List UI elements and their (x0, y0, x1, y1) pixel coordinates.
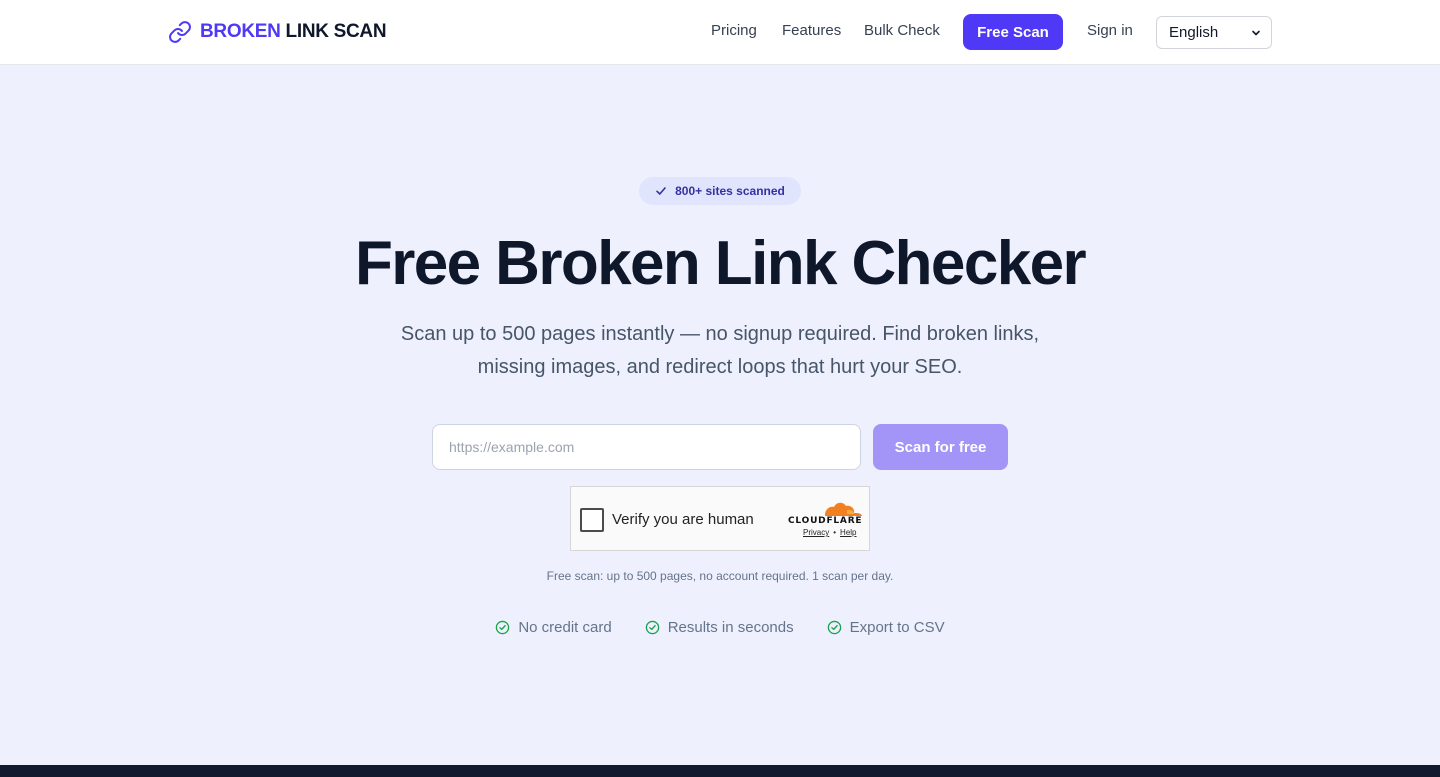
feature-label: Export to CSV (849, 618, 945, 636)
check-circle-icon (496, 620, 510, 634)
captcha-widget: Verify you are human CLOUDFLARE Privacy … (570, 486, 870, 551)
feature-label: Results in seconds (667, 618, 794, 636)
nav-pricing[interactable]: Pricing (711, 22, 757, 39)
logo-brand: BROKEN (200, 21, 281, 42)
cloudflare-wordmark: CLOUDFLARE (788, 516, 863, 526)
captcha-links: Privacy • Help (803, 528, 857, 537)
free-scan-note: Free scan: up to 500 pages, no account r… (546, 569, 894, 583)
page-title: Free Broken Link Checker (354, 229, 1087, 298)
badge-text: 800+ sites scanned (675, 184, 785, 198)
feature-label: No credit card (518, 618, 612, 636)
nav-features[interactable]: Features (782, 22, 841, 39)
captcha-link-separator: • (833, 528, 837, 537)
site-header: BROKEN LINK SCAN Pricing Features Bulk C… (0, 0, 1440, 65)
sign-in-link[interactable]: Sign in (1087, 22, 1133, 39)
link-icon (169, 21, 191, 43)
feature-item: No credit card (495, 618, 612, 636)
feature-list: No credit card Results in seconds Export… (0, 618, 1440, 636)
url-input[interactable] (432, 424, 861, 470)
language-select-value: English (1169, 24, 1219, 41)
language-select[interactable]: English (1156, 16, 1272, 49)
footer-edge (0, 765, 1440, 777)
captcha-privacy-link[interactable]: Privacy (803, 528, 829, 537)
nav-bulk-check[interactable]: Bulk Check (864, 22, 940, 39)
free-scan-button[interactable]: Free Scan (963, 14, 1063, 50)
scan-for-free-button[interactable]: Scan for free (873, 424, 1008, 470)
feature-item: Export to CSV (827, 618, 945, 636)
hero-subtitle: Scan up to 500 pages instantly — no sign… (400, 323, 1040, 378)
check-circle-icon (645, 620, 659, 634)
captcha-checkbox[interactable] (580, 508, 604, 532)
logo[interactable]: BROKEN LINK SCAN (168, 19, 387, 45)
feature-item: Results in seconds (645, 618, 794, 636)
logo-text: BROKEN LINK SCAN (200, 21, 387, 43)
chevron-down-icon (1252, 30, 1260, 35)
captcha-label: Verify you are human (612, 511, 754, 528)
sites-scanned-badge: 800+ sites scanned (639, 177, 801, 205)
check-circle-icon (827, 620, 841, 634)
captcha-help-link[interactable]: Help (840, 528, 856, 537)
logo-rest: LINK SCAN (285, 21, 387, 42)
check-icon (656, 187, 666, 195)
